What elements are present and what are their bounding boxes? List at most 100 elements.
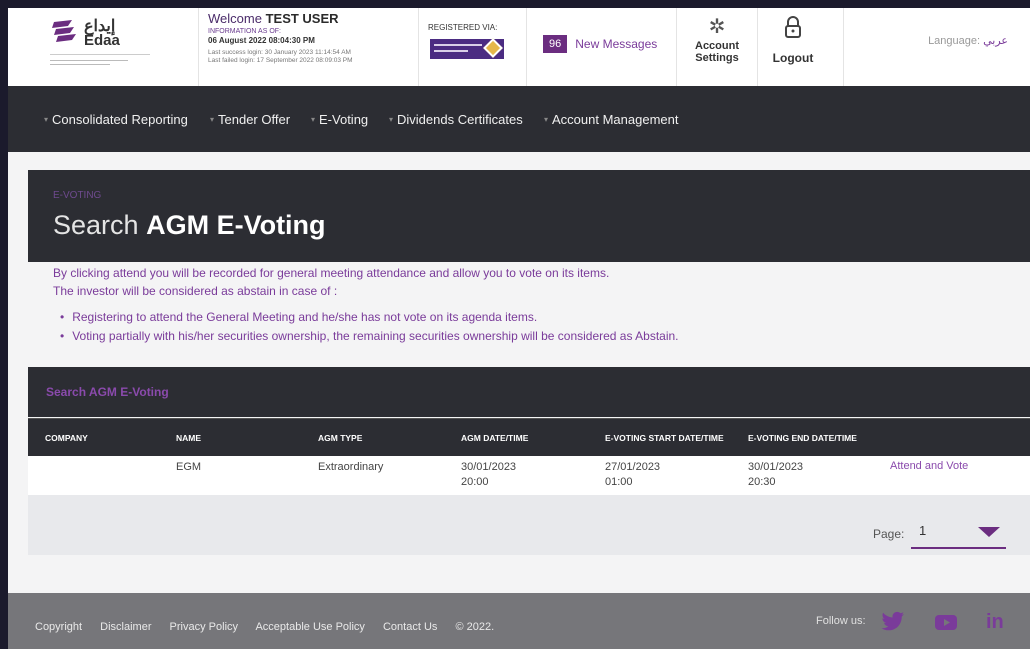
cell-start-time-value: 01:00: [605, 476, 633, 488]
last-success-login: Last success login: 30 January 2023 11:1…: [208, 49, 351, 56]
welcome-block: Welcome TEST USER INFORMATION AS OF: 06 …: [208, 11, 408, 64]
list-item: Registering to attend the General Meetin…: [60, 308, 679, 327]
gear-icon: ✲: [708, 16, 726, 38]
cell-end-time-value: 20:30: [748, 476, 776, 488]
logout-button[interactable]: Logout: [763, 16, 823, 65]
header-divider: [418, 8, 419, 86]
nav-label: Consolidated Reporting: [52, 112, 188, 127]
nav-tender-offer[interactable]: ▾ Tender Offer: [210, 112, 290, 127]
badge-line: [434, 50, 468, 52]
logo-tagline-graphic: [50, 58, 150, 65]
header-divider: [198, 8, 199, 86]
cell-end-date: 30/01/2023 20:30: [748, 460, 803, 490]
header-divider: [676, 8, 677, 86]
abstain-conditions-list: Registering to attend the General Meetin…: [60, 308, 679, 346]
intro-line-2: The investor will be considered as absta…: [53, 284, 338, 298]
footer-link-acceptable-use-policy[interactable]: Acceptable Use Policy: [255, 621, 364, 633]
nav-bullet: ▾: [44, 115, 49, 124]
footer: Copyright Disclaimer Privacy Policy Acce…: [8, 593, 1030, 649]
logo-english-text: Edaa: [84, 32, 120, 49]
footer-link-contact-us[interactable]: Contact Us: [383, 621, 437, 633]
cell-start-date-value: 27/01/2023: [605, 461, 661, 473]
language-value: عربي: [983, 35, 1008, 47]
nav-bullet: ▾: [311, 115, 316, 124]
column-header-name: NAME: [176, 433, 202, 443]
electronic-portal-badge: [430, 38, 504, 59]
nav-dividends-certificates[interactable]: ▾ Dividends Certificates: [389, 112, 523, 127]
nav-label: E-Voting: [319, 112, 369, 127]
pagination-bar: Page: 1: [28, 495, 1030, 555]
column-header-agm-date: AGM DATE/TIME: [461, 433, 529, 443]
nav-bullet: ▾: [389, 115, 394, 124]
edaa-logo-icon: [52, 20, 76, 42]
app-window: إيداع Edaa Welcome TEST USER INFORMATION…: [8, 8, 1030, 649]
attend-and-vote-link[interactable]: Attend and Vote: [890, 460, 968, 472]
cell-end-date-value: 30/01/2023: [748, 461, 804, 473]
table-header: COMPANY NAME AGM TYPE AGM DATE/TIME E-VO…: [28, 418, 1030, 456]
info-label: INFORMATION AS OF:: [208, 28, 281, 35]
linkedin-icon[interactable]: in: [986, 611, 1010, 633]
panel-title: Search AGM E-Voting: [46, 385, 169, 399]
page-label: Page:: [873, 527, 905, 541]
edaa-logo[interactable]: إيداع Edaa: [48, 14, 156, 76]
nav-label: Account Management: [552, 112, 679, 127]
nav-bullet: ▾: [210, 115, 215, 124]
cell-agm-time-value: 20:00: [461, 476, 489, 488]
header-divider: [757, 8, 758, 86]
language-switch[interactable]: Language: عربي: [928, 34, 1008, 47]
nav-label: Dividends Certificates: [397, 112, 523, 127]
cell-name: EGM: [176, 461, 202, 473]
cell-agm-date: 30/01/2023 20:00: [461, 460, 516, 490]
page-select-value: 1: [919, 523, 927, 538]
follow-us-label: Follow us:: [816, 615, 866, 627]
user-name: TEST USER: [265, 11, 339, 26]
last-failed-login: Last failed login: 17 September 2022 08:…: [208, 57, 353, 64]
language-label: Language:: [928, 35, 981, 47]
page-hero: E-VOTING Search AGM E-Voting: [28, 170, 1030, 262]
main-nav: ▾ Consolidated Reporting ▾ Tender Offer ▾ E…: [8, 86, 1030, 152]
logout-label: Logout: [772, 51, 814, 65]
page-title-bold: AGM E-Voting: [146, 210, 326, 240]
intro-line-1: By clicking attend you will be recorded …: [53, 266, 610, 280]
cell-start-date: 27/01/2023 01:00: [605, 460, 660, 490]
nav-account-management[interactable]: ▾ Account Management: [544, 112, 678, 127]
welcome-line: Welcome TEST USER: [208, 11, 408, 26]
breadcrumb[interactable]: E-VOTING: [53, 190, 101, 201]
footer-link-copyright[interactable]: Copyright: [35, 621, 82, 633]
registered-via: REGISTERED VIA:: [428, 23, 504, 59]
column-header-start-date: E-VOTING START DATE/TIME: [605, 433, 724, 443]
footer-links: Copyright Disclaimer Privacy Policy Acce…: [35, 621, 509, 633]
column-header-company: COMPANY: [45, 433, 88, 443]
list-item: Voting partially with his/her securities…: [60, 327, 678, 346]
badge-diamond-icon: [483, 38, 503, 58]
intro-text: By clicking attend you will be recorded …: [53, 264, 609, 300]
message-count-badge: 96: [543, 35, 568, 53]
header-divider: [843, 8, 844, 86]
header-divider: [526, 8, 527, 86]
header: إيداع Edaa Welcome TEST USER INFORMATION…: [8, 8, 1030, 86]
page-select[interactable]: 1: [911, 515, 1006, 549]
nav-consolidated-reporting[interactable]: ▾ Consolidated Reporting: [44, 112, 188, 127]
twitter-icon[interactable]: [881, 611, 905, 633]
cell-agm-type: Extraordinary: [318, 461, 384, 473]
new-messages-label: New Messages: [575, 37, 658, 51]
account-settings-label-line2: Settings: [695, 52, 739, 64]
footer-link-privacy-policy[interactable]: Privacy Policy: [170, 621, 238, 633]
footer-link-disclaimer[interactable]: Disclaimer: [100, 621, 151, 633]
registered-via-label: REGISTERED VIA:: [428, 23, 498, 32]
cell-agm-date-value: 30/01/2023: [461, 461, 517, 473]
column-header-end-date: E-VOTING END DATE/TIME: [748, 433, 857, 443]
nav-e-voting[interactable]: ▾ E-Voting: [311, 112, 368, 127]
logo-divider: [50, 54, 150, 55]
chevron-down-icon: [978, 527, 1000, 537]
youtube-icon[interactable]: [934, 611, 958, 633]
account-settings-label-line1: Account: [695, 40, 739, 52]
nav-bullet: ▾: [544, 115, 549, 124]
page-title: Search AGM E-Voting: [53, 210, 326, 241]
footer-copyright-year: © 2022.: [455, 621, 495, 633]
welcome-prefix: Welcome: [208, 11, 262, 26]
account-settings-button[interactable]: ✲ Account Settings: [684, 16, 750, 64]
new-messages-link[interactable]: 96 New Messages: [543, 34, 657, 54]
nav-label: Tender Offer: [218, 112, 291, 127]
page-title-light: Search: [53, 210, 139, 240]
